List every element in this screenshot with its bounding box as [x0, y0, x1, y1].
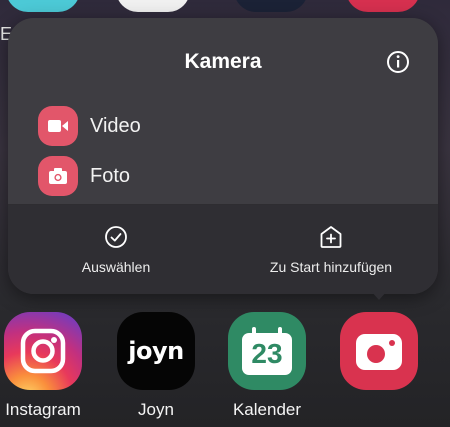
plus-square-icon — [320, 226, 342, 248]
add-to-home-button[interactable]: Zu Start hinzufügen — [261, 225, 401, 275]
app-joyn[interactable]: joyn Joyn — [113, 312, 199, 420]
action-label: Zu Start hinzufügen — [269, 259, 393, 275]
background-app-icon[interactable] — [6, 0, 80, 12]
calendar-icon: 23 — [228, 312, 306, 390]
background-app-icon[interactable] — [234, 0, 308, 12]
camera-app-icon — [340, 312, 418, 390]
action-label: Auswählen — [81, 259, 151, 275]
app-label: Kalender — [232, 400, 302, 419]
background-app-icon[interactable] — [116, 0, 190, 12]
shortcut-label: Video — [90, 114, 141, 137]
select-button[interactable]: Auswählen — [81, 225, 151, 275]
shortcut-foto[interactable]: Foto — [38, 156, 130, 196]
calendar-day-number: 23 — [251, 338, 283, 369]
app-context-menu: Kamera Video Foto Auswählen Zu Start hin… — [8, 18, 438, 294]
info-icon[interactable] — [384, 48, 412, 76]
action-bar: Auswählen Zu Start hinzufügen — [8, 205, 438, 294]
app-label: Joyn — [138, 400, 174, 419]
shortcut-panel: Kamera Video Foto — [8, 18, 438, 204]
app-instagram[interactable]: Instagram — [0, 312, 86, 420]
instagram-icon — [4, 312, 82, 390]
app-kalender[interactable]: 23 Kalender — [224, 312, 310, 420]
joyn-logo-text: joyn — [128, 337, 184, 365]
video-camera-icon — [38, 106, 78, 146]
camera-icon — [38, 156, 78, 196]
popup-title: Kamera — [184, 50, 262, 73]
shortcut-video[interactable]: Video — [38, 106, 141, 146]
check-circle-icon — [105, 226, 127, 248]
app-kamera[interactable] — [336, 312, 422, 390]
shortcut-label: Foto — [90, 164, 131, 187]
popup-pointer — [370, 290, 388, 300]
background-app-icon[interactable] — [346, 0, 420, 12]
app-label: Instagram — [5, 400, 81, 419]
joyn-icon: joyn — [117, 312, 195, 390]
